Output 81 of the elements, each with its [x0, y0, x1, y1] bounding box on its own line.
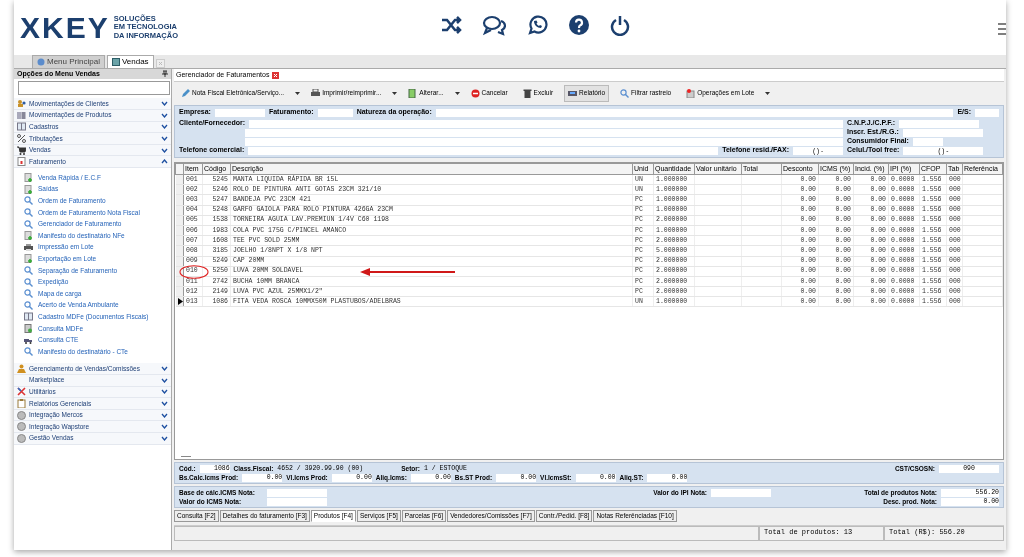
whatsapp-icon[interactable] [526, 14, 548, 36]
cross-tools-icon [17, 387, 26, 397]
logo: XKEY [20, 12, 110, 43]
document-add-icon [24, 184, 33, 194]
chevron-down-icon[interactable] [161, 147, 168, 153]
chevron-up-icon[interactable] [161, 159, 168, 165]
document-add-icon [24, 173, 33, 183]
chat-icon[interactable] [482, 14, 506, 36]
row-pointer-icon[interactable] [177, 298, 183, 306]
search-icon [24, 208, 33, 218]
report-icon [568, 88, 578, 98]
cancel-icon [470, 88, 480, 98]
shuffle-icon[interactable] [440, 14, 462, 36]
chevron-down-icon[interactable] [161, 101, 168, 107]
menu-icon[interactable] [998, 22, 1006, 36]
search-icon [24, 300, 33, 310]
circle-icon [17, 422, 26, 432]
book-icon [17, 122, 26, 132]
input-field[interactable] [249, 119, 843, 128]
trash-icon [522, 88, 532, 98]
input-field[interactable] [245, 128, 843, 137]
input-field[interactable] [267, 497, 327, 506]
input-field[interactable] [248, 146, 719, 155]
batch-icon [686, 88, 696, 98]
input-field[interactable] [899, 119, 979, 128]
chevron-down-icon[interactable] [161, 424, 168, 430]
search-icon [24, 219, 33, 229]
input-field[interactable] [902, 128, 983, 137]
search-icon [24, 347, 33, 357]
input-field[interactable] [435, 108, 954, 117]
search-icon [620, 88, 630, 98]
book-icon [24, 312, 33, 322]
chevron-down-icon[interactable] [161, 389, 168, 395]
document-icon [17, 157, 26, 167]
search-icon [24, 277, 33, 287]
circle-icon [17, 410, 26, 420]
clipboard-icon [17, 399, 26, 409]
input-field[interactable] [711, 488, 771, 497]
app-tab[interactable]: Menu Principal [32, 55, 105, 68]
pencil-icon [181, 88, 190, 98]
caret-down-icon[interactable] [454, 91, 460, 95]
document-add-icon [24, 231, 33, 241]
caret-down-icon[interactable] [295, 91, 301, 95]
cart-icon [17, 145, 26, 155]
printer-icon [311, 88, 321, 98]
people-icon [17, 99, 26, 109]
search-icon [24, 266, 33, 275]
input-field[interactable] [245, 137, 843, 146]
power-icon[interactable] [610, 14, 630, 36]
app-tab[interactable]: Vendas [106, 55, 154, 68]
boxes-icon [17, 110, 26, 120]
chevron-down-icon[interactable] [161, 377, 168, 383]
circle-icon [17, 433, 26, 443]
input-field[interactable] [317, 108, 353, 117]
chevron-down-icon[interactable] [161, 135, 168, 141]
help-icon[interactable] [568, 14, 590, 36]
chevron-down-icon[interactable] [161, 112, 168, 118]
caret-down-icon[interactable] [765, 91, 771, 95]
people-icon [17, 364, 26, 374]
printer-icon [24, 242, 33, 252]
document-icon [24, 323, 33, 333]
globe-icon [37, 58, 45, 67]
close-icon[interactable] [272, 71, 280, 79]
edit-document-icon [408, 88, 418, 98]
search-icon [24, 196, 33, 206]
input-field[interactable] [975, 108, 999, 117]
chevron-down-icon[interactable] [161, 412, 168, 418]
document-add-icon [24, 254, 33, 264]
chevron-down-icon[interactable] [161, 401, 168, 407]
input-field[interactable] [214, 108, 265, 117]
chevron-down-icon[interactable] [161, 124, 168, 130]
chevron-down-icon[interactable] [161, 435, 168, 441]
search-field[interactable] [18, 81, 170, 96]
input-field[interactable] [267, 488, 327, 497]
search-icon [24, 289, 33, 299]
pin-icon[interactable] [162, 70, 168, 77]
window-icon [111, 58, 120, 67]
chevron-down-icon[interactable] [161, 366, 168, 372]
input-field[interactable] [912, 137, 943, 146]
caret-down-icon[interactable] [392, 91, 398, 95]
percent-icon [17, 133, 26, 143]
